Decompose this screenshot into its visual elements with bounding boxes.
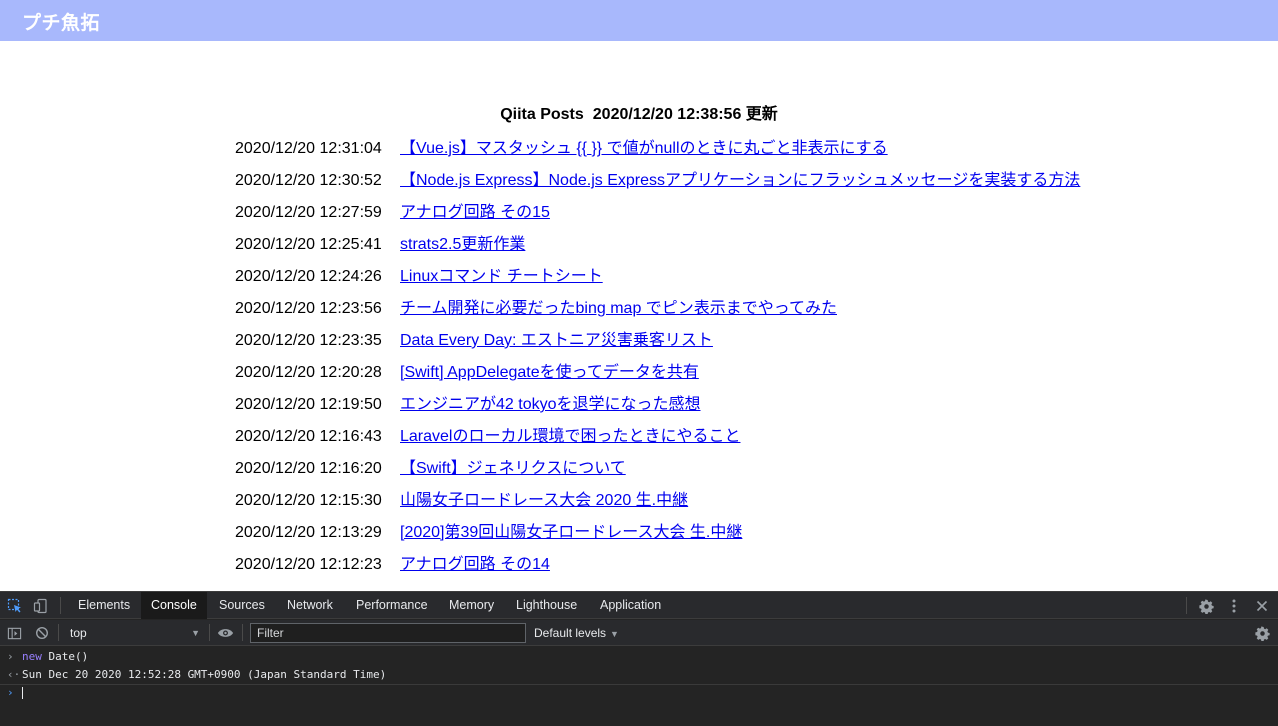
post-time: 2020/12/20 12:23:35	[235, 332, 382, 349]
console-toolbar: top ▼ Default levels▼	[0, 620, 1278, 646]
tab-sources[interactable]: Sources	[209, 592, 275, 619]
post-link[interactable]: Linuxコマンド チートシート	[400, 268, 603, 286]
post-list: 2020/12/20 12:31:04 【Vue.js】マスタッシュ {{ }} …	[235, 140, 1080, 588]
post-time: 2020/12/20 12:25:41	[235, 236, 382, 253]
main-content: Qiita Posts 2020/12/20 12:38:56 更新 2020/1…	[0, 41, 1278, 591]
post-row: 2020/12/20 12:20:28 [Swift] AppDelegateを使…	[235, 364, 1080, 396]
post-link[interactable]: エンジニアが42 tokyoを退学になった感想	[400, 396, 701, 414]
post-row: 2020/12/20 12:16:20 【Swift】ジェネリクスについて	[235, 460, 1080, 492]
post-time: 2020/12/20 12:23:56	[235, 300, 382, 317]
post-link[interactable]: [2020]第39回山陽女子ロードレース大会 生.中継	[400, 524, 742, 542]
eye-icon[interactable]	[216, 624, 234, 642]
post-link[interactable]: 山陽女子ロードレース大会 2020 生.中継	[400, 492, 688, 510]
post-row: 2020/12/20 12:12:23 アナログ回路 その14	[235, 556, 1080, 588]
post-time: 2020/12/20 12:19:50	[235, 396, 382, 413]
post-link[interactable]: Laravelのローカル環境で困ったときにやること	[400, 428, 740, 446]
return-arrow-icon: ‹·	[7, 668, 21, 681]
tab-performance[interactable]: Performance	[346, 592, 438, 619]
tab-lighthouse[interactable]: Lighthouse	[506, 592, 587, 619]
toolbar-divider	[1186, 597, 1187, 614]
page-heading: Qiita Posts 2020/12/20 12:38:56 更新	[0, 100, 1278, 124]
post-row: 2020/12/20 12:15:30 山陽女子ロードレース大会 2020 生.中…	[235, 492, 1080, 524]
chevron-down-icon: ▼	[610, 629, 619, 639]
tab-network[interactable]: Network	[277, 592, 343, 619]
post-time: 2020/12/20 12:24:26	[235, 268, 382, 285]
more-options-icon[interactable]	[1225, 597, 1243, 615]
devtools-panel: Elements Console Sources Network Performance…	[0, 591, 1278, 726]
post-row: 2020/12/20 12:23:35 Data Every Day: エストニア…	[235, 332, 1080, 364]
settings-gear-icon[interactable]	[1197, 597, 1215, 615]
close-icon[interactable]	[1253, 597, 1271, 615]
devtools-tabbar: Elements Console Sources Network Performance…	[0, 592, 1278, 619]
post-time: 2020/12/20 12:16:20	[235, 460, 382, 477]
show-sidebar-icon[interactable]	[5, 624, 23, 642]
context-select[interactable]: top ▼	[62, 623, 204, 643]
log-levels-dropdown[interactable]: Default levels ▼	[534, 623, 619, 643]
console-result-text: Sun Dec 20 2020 12:52:28 GMT+0900 (Japan…	[22, 668, 387, 681]
inspect-element-icon[interactable]	[6, 597, 24, 615]
post-time: 2020/12/20 12:27:59	[235, 204, 382, 221]
console-input-text: Date()	[41, 650, 89, 663]
toolbar-divider	[58, 624, 59, 641]
post-row: 2020/12/20 12:24:26 Linuxコマンド チートシート	[235, 268, 1080, 300]
post-time: 2020/12/20 12:31:04	[235, 140, 382, 157]
post-row: 2020/12/20 12:27:59 アナログ回路 その15	[235, 204, 1080, 236]
post-time: 2020/12/20 12:20:28	[235, 364, 382, 381]
post-time: 2020/12/20 12:16:43	[235, 428, 382, 445]
post-link[interactable]: 【Swift】ジェネリクスについて	[400, 460, 626, 478]
text-caret	[22, 687, 23, 699]
post-link[interactable]: チーム開発に必要だったbing map でピン表示までやってみた	[400, 300, 837, 318]
post-row: 2020/12/20 12:31:04 【Vue.js】マスタッシュ {{ }} …	[235, 140, 1080, 172]
toolbar-divider	[242, 624, 243, 641]
console-keyword: new	[22, 650, 42, 663]
post-link[interactable]: Data Every Day: エストニア災害乗客リスト	[400, 332, 713, 350]
post-row: 2020/12/20 12:23:56 チーム開発に必要だったbing map で…	[235, 300, 1080, 332]
tab-memory[interactable]: Memory	[439, 592, 504, 619]
post-row: 2020/12/20 12:25:41 strats2.5更新作業	[235, 236, 1080, 268]
post-row: 2020/12/20 12:19:50 エンジニアが42 tokyoを退学になった…	[235, 396, 1080, 428]
log-levels-label: Default levels	[534, 626, 607, 640]
tab-elements[interactable]: Elements	[68, 592, 140, 619]
tab-console[interactable]: Console	[141, 592, 207, 619]
post-row: 2020/12/20 12:16:43 Laravelのローカル環境で困ったときに…	[235, 428, 1080, 460]
device-toolbar-icon[interactable]	[32, 597, 50, 615]
console-settings-gear-icon[interactable]	[1253, 624, 1271, 642]
filter-input[interactable]	[250, 623, 526, 643]
post-time: 2020/12/20 12:13:29	[235, 524, 382, 541]
post-link[interactable]: 【Node.js Express】Node.js Expressアプリケーション…	[400, 172, 1080, 190]
updated-timestamp: 2020/12/20 12:38:56 更新	[592, 106, 778, 123]
context-value: top	[70, 626, 87, 640]
post-link[interactable]: 【Vue.js】マスタッシュ {{ }} で値がnullのときに丸ごと非表示にす…	[400, 140, 888, 158]
console-input-line: › new Date()	[0, 648, 1278, 666]
post-link[interactable]: strats2.5更新作業	[400, 236, 525, 254]
post-link[interactable]: アナログ回路 その15	[400, 204, 550, 222]
clear-console-icon[interactable]	[33, 624, 51, 642]
console-output[interactable]: › new Date() ‹· Sun Dec 20 2020 12:52:28 G…	[0, 647, 1278, 726]
page-title: Qiita Posts	[500, 106, 584, 123]
prompt-chevron-icon: ›	[7, 686, 14, 699]
app-title: プチ魚拓	[22, 13, 101, 34]
post-link[interactable]: [Swift] AppDelegateを使ってデータを共有	[400, 364, 699, 382]
toolbar-divider	[60, 597, 61, 614]
post-time: 2020/12/20 12:15:30	[235, 492, 382, 509]
post-time: 2020/12/20 12:30:52	[235, 172, 382, 189]
tab-application[interactable]: Application	[590, 592, 671, 619]
chevron-right-icon: ›	[7, 650, 14, 663]
post-row: 2020/12/20 12:13:29 [2020]第39回山陽女子ロードレース大…	[235, 524, 1080, 556]
app-header: プチ魚拓	[0, 0, 1278, 41]
post-row: 2020/12/20 12:30:52 【Node.js Express】Node…	[235, 172, 1080, 204]
toolbar-divider	[209, 624, 210, 641]
console-prompt-line[interactable]: ›	[0, 684, 1278, 702]
chevron-down-icon: ▼	[191, 628, 200, 638]
post-time: 2020/12/20 12:12:23	[235, 556, 382, 573]
post-link[interactable]: アナログ回路 その14	[400, 556, 550, 574]
console-result-line: ‹· Sun Dec 20 2020 12:52:28 GMT+0900 (Jap…	[0, 666, 1278, 684]
